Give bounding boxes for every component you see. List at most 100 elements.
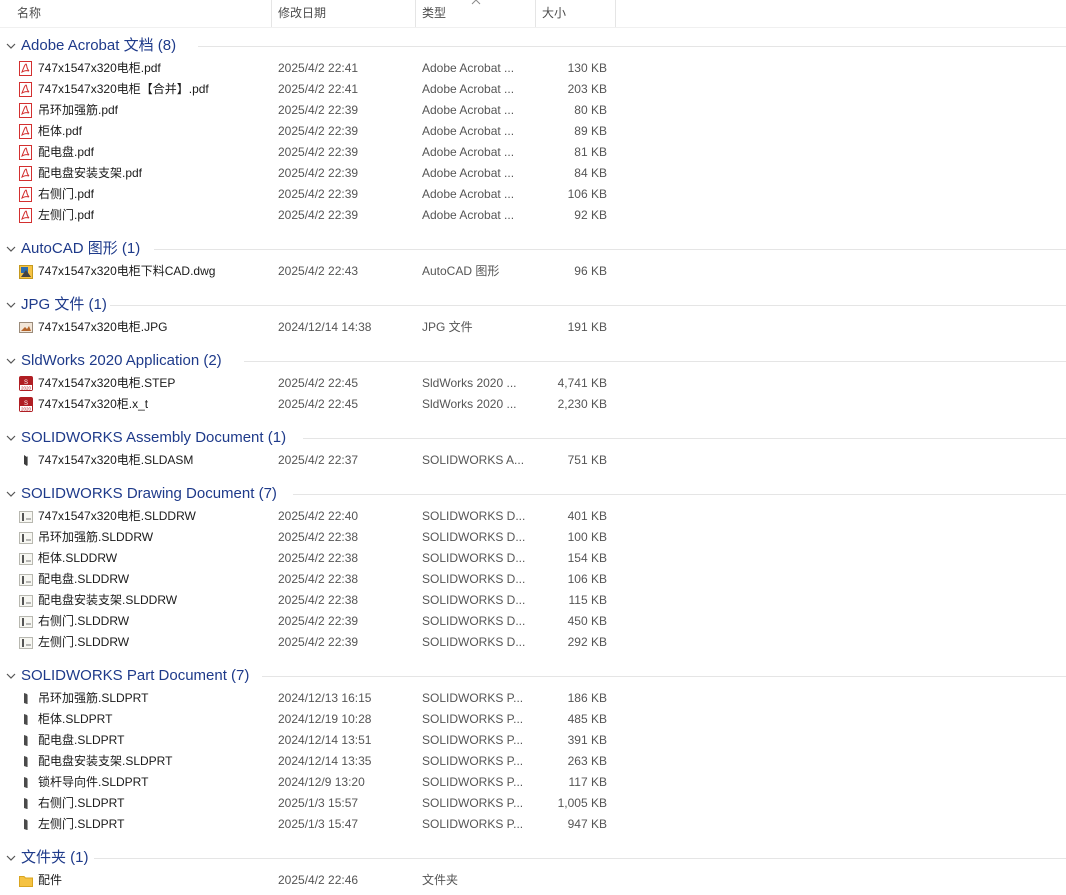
file-date: 2025/4/2 22:39 <box>278 635 359 649</box>
chevron-down-icon[interactable] <box>6 41 16 51</box>
chevron-down-icon[interactable] <box>6 244 16 254</box>
file-name: 747x1547x320电柜【合并】.pdf <box>38 82 209 96</box>
file-row[interactable]: 配电盘安装支架.pdf 2025/4/2 22:39 Adobe Acrobat .… <box>0 163 1066 184</box>
file-date: 2025/4/2 22:39 <box>278 145 359 159</box>
file-type: SOLIDWORKS P... <box>422 817 524 831</box>
file-row[interactable]: 747x1547x320电柜下料CAD.dwg 2025/4/2 22:43 Aut… <box>0 261 1066 282</box>
file-date: 2024/12/13 16:15 <box>278 691 372 705</box>
file-size: 92 KB <box>574 208 607 222</box>
file-row[interactable]: 配电盘安装支架.SLDPRT 2024/12/14 13:35 SOLIDWORKS… <box>0 751 1066 772</box>
file-type: SOLIDWORKS D... <box>422 593 526 607</box>
file-row[interactable]: 左侧门.SLDDRW 2025/4/2 22:39 SOLIDWORKS D... 2… <box>0 632 1066 653</box>
file-row[interactable]: 吊环加强筋.SLDPRT 2024/12/13 16:15 SOLIDWORKS P… <box>0 688 1066 709</box>
group-header[interactable]: AutoCAD 图形 (1) <box>0 237 1066 261</box>
column-divider[interactable] <box>615 0 616 27</box>
column-header-bar: 名称 修改日期 类型 大小 <box>0 0 1066 28</box>
file-type: Adobe Acrobat ... <box>422 208 515 222</box>
file-row[interactable]: 吊环加强筋.pdf 2025/4/2 22:39 Adobe Acrobat ...… <box>0 100 1066 121</box>
file-row[interactable]: 吊环加强筋.SLDDRW 2025/4/2 22:38 SOLIDWORKS D..… <box>0 527 1066 548</box>
file-size: 106 KB <box>567 572 607 586</box>
part-icon <box>19 796 33 811</box>
file-row[interactable]: 左侧门.SLDPRT 2025/1/3 15:47 SOLIDWORKS P... 9… <box>0 814 1066 835</box>
file-date: 2024/12/14 14:38 <box>278 320 372 334</box>
group-title: 文件夹 (1) <box>21 849 89 866</box>
file-date: 2025/4/2 22:38 <box>278 572 359 586</box>
file-row[interactable]: 柜体.SLDDRW 2025/4/2 22:38 SOLIDWORKS D... 15… <box>0 548 1066 569</box>
file-row[interactable]: 柜体.pdf 2025/4/2 22:39 Adobe Acrobat ... 89 … <box>0 121 1066 142</box>
drawing-icon <box>19 551 33 566</box>
file-size: 106 KB <box>567 187 607 201</box>
file-date: 2025/1/3 15:57 <box>278 796 359 810</box>
file-size: 130 KB <box>567 61 607 75</box>
file-name: 配电盘安装支架.SLDDRW <box>38 593 178 607</box>
group-divider <box>244 361 1066 362</box>
chevron-down-icon[interactable] <box>6 489 16 499</box>
pdf-icon <box>19 166 33 181</box>
group-header[interactable]: SOLIDWORKS Part Document (7) <box>0 664 1066 688</box>
group-header[interactable]: SOLIDWORKS Drawing Document (7) <box>0 482 1066 506</box>
file-list: Adobe Acrobat 文档 (8) 747x1547x320电柜.pdf 20… <box>0 34 1066 891</box>
group-header[interactable]: 文件夹 (1) <box>0 846 1066 870</box>
file-row[interactable]: 747x1547x320电柜.SLDASM 2025/4/2 22:37 SOLID… <box>0 450 1066 471</box>
file-size: 186 KB <box>567 691 607 705</box>
chevron-down-icon[interactable] <box>6 853 16 863</box>
file-name: 锁杆导向件.SLDPRT <box>38 775 149 789</box>
group-header[interactable]: JPG 文件 (1) <box>0 293 1066 317</box>
file-date: 2025/4/2 22:38 <box>278 593 359 607</box>
file-name: 747x1547x320电柜.SLDDRW <box>38 509 196 523</box>
file-row[interactable]: 配电盘.SLDPRT 2024/12/14 13:51 SOLIDWORKS P..… <box>0 730 1066 751</box>
file-type: JPG 文件 <box>422 320 473 334</box>
column-divider[interactable] <box>271 0 272 27</box>
column-header-name[interactable]: 名称 <box>17 0 41 27</box>
file-row[interactable]: 右侧门.SLDDRW 2025/4/2 22:39 SOLIDWORKS D... 4… <box>0 611 1066 632</box>
file-row[interactable]: 右侧门.pdf 2025/4/2 22:39 Adobe Acrobat ... 10… <box>0 184 1066 205</box>
chevron-down-icon[interactable] <box>6 300 16 310</box>
chevron-down-icon[interactable] <box>6 433 16 443</box>
file-name: 747x1547x320电柜下料CAD.dwg <box>38 264 216 278</box>
column-divider[interactable] <box>415 0 416 27</box>
chevron-down-icon[interactable] <box>6 671 16 681</box>
file-size: 947 KB <box>567 817 607 831</box>
file-row[interactable]: 柜体.SLDPRT 2024/12/19 10:28 SOLIDWORKS P...… <box>0 709 1066 730</box>
file-row[interactable]: 锁杆导向件.SLDPRT 2024/12/9 13:20 SOLIDWORKS P.… <box>0 772 1066 793</box>
file-size: 154 KB <box>567 551 607 565</box>
file-date: 2025/4/2 22:40 <box>278 509 359 523</box>
file-row[interactable]: 747x1547x320电柜【合并】.pdf 2025/4/2 22:41 Adob… <box>0 79 1066 100</box>
file-size: 292 KB <box>567 635 607 649</box>
file-size: 81 KB <box>574 145 607 159</box>
file-row[interactable]: 配电盘.pdf 2025/4/2 22:39 Adobe Acrobat ... 81… <box>0 142 1066 163</box>
file-name: 配电盘安装支架.SLDPRT <box>38 754 173 768</box>
column-header-date[interactable]: 修改日期 <box>278 0 326 27</box>
file-size: 89 KB <box>574 124 607 138</box>
group-header[interactable]: SOLIDWORKS Assembly Document (1) <box>0 426 1066 450</box>
file-date: 2025/4/2 22:39 <box>278 208 359 222</box>
file-row[interactable]: S 2020 747x1547x320电柜.STEP 2025/4/2 22:45 Sl… <box>0 373 1066 394</box>
column-header-size[interactable]: 大小 <box>542 0 566 27</box>
file-row[interactable]: 配电盘.SLDDRW 2025/4/2 22:38 SOLIDWORKS D... 1… <box>0 569 1066 590</box>
file-size: 203 KB <box>567 82 607 96</box>
file-type: Adobe Acrobat ... <box>422 166 515 180</box>
group-header[interactable]: SldWorks 2020 Application (2) <box>0 349 1066 373</box>
file-name: 配电盘.SLDDRW <box>38 572 130 586</box>
file-row[interactable]: 747x1547x320电柜.SLDDRW 2025/4/2 22:40 SOLID… <box>0 506 1066 527</box>
file-row[interactable]: 747x1547x320电柜.JPG 2024/12/14 14:38 JPG 文件… <box>0 317 1066 338</box>
file-date: 2024/12/9 13:20 <box>278 775 365 789</box>
file-row[interactable]: S 2020 747x1547x320柜.x_t 2025/4/2 22:45 SldW… <box>0 394 1066 415</box>
file-date: 2025/4/2 22:39 <box>278 187 359 201</box>
file-size: 115 KB <box>568 593 607 607</box>
file-row[interactable]: 左侧门.pdf 2025/4/2 22:39 Adobe Acrobat ... 92… <box>0 205 1066 226</box>
file-type: SldWorks 2020 ... <box>422 376 517 390</box>
column-header-type[interactable]: 类型 <box>422 0 446 27</box>
group-divider <box>154 249 1066 250</box>
group-header[interactable]: Adobe Acrobat 文档 (8) <box>0 34 1066 58</box>
chevron-down-icon[interactable] <box>6 356 16 366</box>
sort-ascending-icon <box>471 0 481 5</box>
drawing-icon <box>19 593 33 608</box>
part-icon <box>19 775 33 790</box>
column-divider[interactable] <box>535 0 536 27</box>
file-row[interactable]: 747x1547x320电柜.pdf 2025/4/2 22:41 Adobe Ac… <box>0 58 1066 79</box>
file-row[interactable]: 配电盘安装支架.SLDDRW 2025/4/2 22:38 SOLIDWORKS D… <box>0 590 1066 611</box>
file-row[interactable]: 右侧门.SLDPRT 2025/1/3 15:57 SOLIDWORKS P... 1… <box>0 793 1066 814</box>
